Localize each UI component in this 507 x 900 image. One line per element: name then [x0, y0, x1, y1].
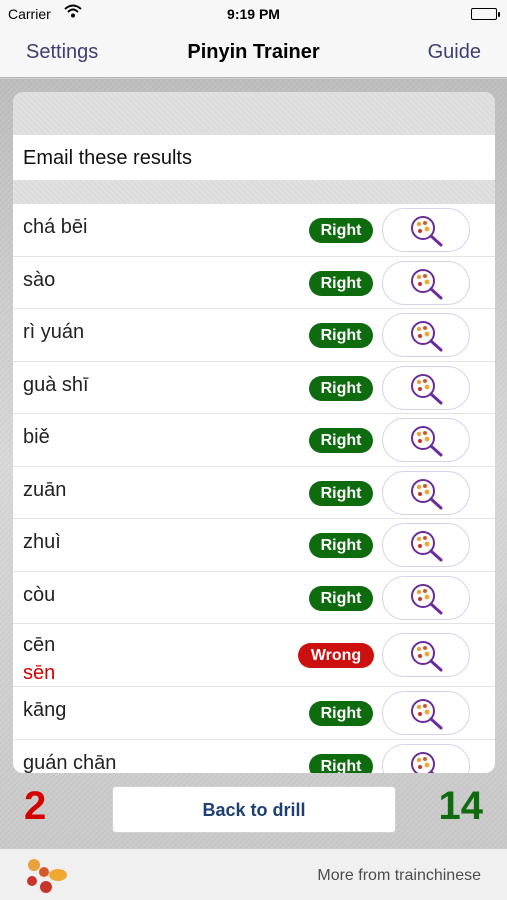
- guide-button[interactable]: Guide: [428, 41, 481, 64]
- pinyin-label: sào: [23, 268, 56, 291]
- lookup-button[interactable]: [382, 633, 470, 677]
- result-row[interactable]: kāng Right: [13, 687, 495, 740]
- status-bar: Carrier 9:19 PM: [0, 0, 507, 28]
- result-row[interactable]: biě Right: [13, 414, 495, 467]
- lookup-button[interactable]: [382, 470, 470, 515]
- pinyin-label: chá bēi: [23, 216, 88, 238]
- lookup-button[interactable]: [382, 365, 470, 410]
- pinyin-label: guà shī: [23, 373, 89, 396]
- footer-bar: More from trainchinese: [0, 848, 507, 900]
- lookup-button[interactable]: [382, 260, 470, 305]
- pinyin-label: zuān: [23, 478, 67, 501]
- trainchinese-logo-icon[interactable]: [22, 855, 70, 900]
- result-row[interactable]: sào Right: [13, 257, 495, 309]
- right-badge: Right: [309, 375, 373, 401]
- result-row[interactable]: guán chān Right: [13, 740, 495, 774]
- pinyin-label: biě: [23, 426, 50, 448]
- right-badge: Right: [309, 701, 373, 726]
- correct-answer-label: sēn: [23, 662, 56, 684]
- right-badge: Right: [309, 480, 373, 506]
- pinyin-label: kāng: [23, 699, 67, 721]
- lookup-button[interactable]: [382, 691, 470, 735]
- battery-icon: [471, 8, 500, 20]
- right-badge: Right: [309, 753, 373, 773]
- wrong-badge: Wrong: [298, 643, 374, 668]
- results-list[interactable]: chá bēi Right sào Right rì yuán Right guà shī R…: [13, 204, 495, 773]
- pinyin-label: cēn: [23, 634, 56, 656]
- result-row[interactable]: zuān Right: [13, 467, 495, 519]
- wrong-count: 2: [24, 784, 47, 828]
- right-badge: Right: [309, 585, 373, 611]
- result-row[interactable]: rì yuán Right: [13, 309, 495, 362]
- back-to-drill-button[interactable]: Back to drill: [112, 786, 396, 833]
- result-row[interactable]: zhuì Right: [13, 519, 495, 572]
- result-row[interactable]: guà shī Right: [13, 362, 495, 414]
- pinyin-label: zhuì: [23, 531, 61, 553]
- pinyin-label: rì yuán: [23, 321, 85, 343]
- lookup-button[interactable]: [382, 575, 470, 620]
- more-from-trainchinese-link[interactable]: More from trainchinese: [317, 867, 481, 885]
- lookup-button[interactable]: [382, 313, 470, 357]
- right-count: 14: [438, 784, 484, 828]
- navigation-bar: Settings Pinyin Trainer Guide: [0, 28, 507, 78]
- result-row[interactable]: chá bēi Right: [13, 204, 495, 257]
- status-time: 9:19 PM: [227, 6, 280, 22]
- lookup-button[interactable]: [382, 523, 470, 567]
- right-badge: Right: [309, 533, 373, 558]
- lookup-button[interactable]: [382, 208, 470, 252]
- results-panel: Email these results chá bēi Right sào Right…: [13, 92, 495, 773]
- right-badge: Right: [309, 428, 373, 453]
- email-results-button[interactable]: Email these results: [13, 135, 495, 180]
- pinyin-label: guán chān: [23, 751, 117, 774]
- pinyin-label: còu: [23, 583, 56, 606]
- right-badge: Right: [309, 270, 373, 296]
- lookup-button[interactable]: [382, 418, 470, 462]
- right-badge: Right: [309, 323, 373, 348]
- result-row[interactable]: cēn sēn Wrong: [13, 624, 495, 687]
- result-row[interactable]: còu Right: [13, 572, 495, 624]
- right-badge: Right: [309, 218, 373, 243]
- lookup-button[interactable]: [382, 743, 470, 773]
